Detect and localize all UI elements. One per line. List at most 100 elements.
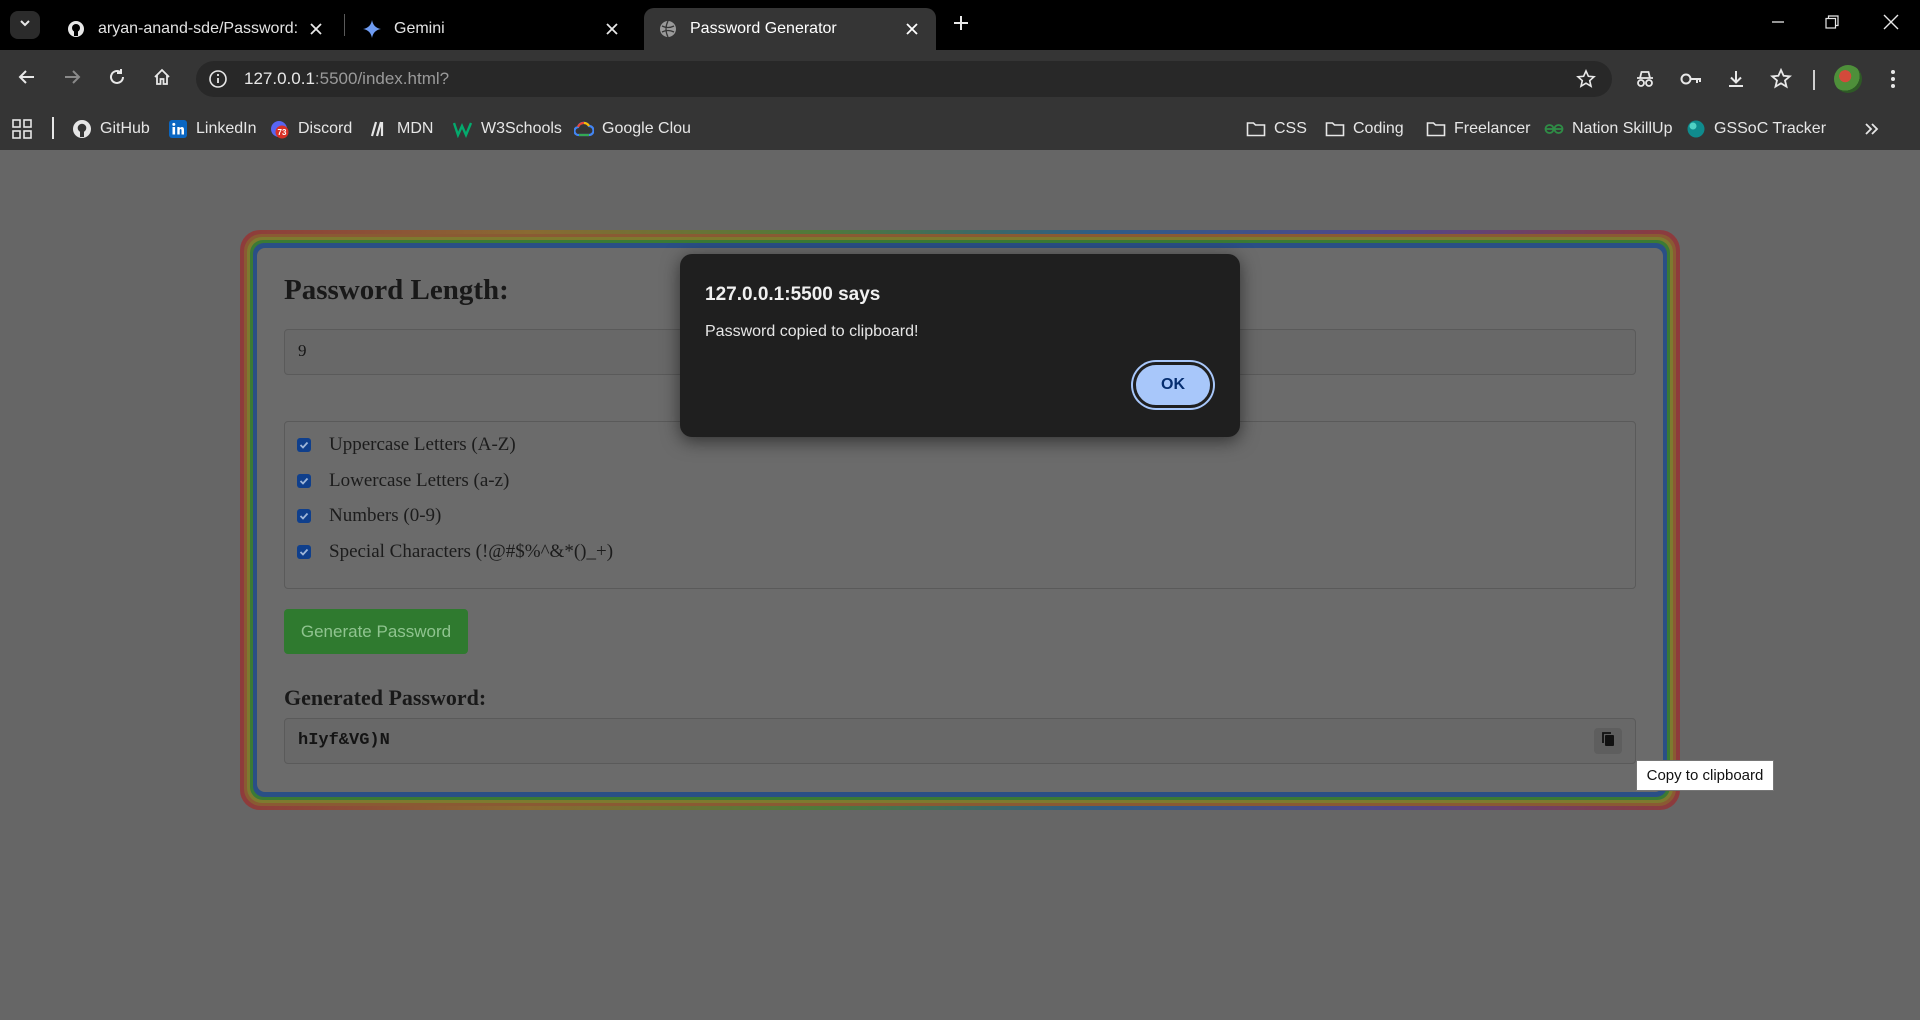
home-icon: [153, 68, 171, 91]
tab-separator: [344, 14, 345, 36]
bookmark-folder-coding[interactable]: Coding: [1325, 114, 1404, 144]
option-label: Numbers (0-9): [329, 505, 442, 526]
special-checkbox[interactable]: [297, 545, 311, 559]
url-host: 127.0.0.1: [244, 69, 315, 88]
tab-search-button[interactable]: [10, 11, 40, 39]
globe-icon: [1686, 119, 1706, 139]
page-viewport: Password Length: 9 Uppercase Letters (A-…: [0, 150, 1920, 1020]
bookmarks-separator: [52, 117, 54, 139]
profile-avatar[interactable]: [1834, 65, 1862, 93]
bookmark-label: GitHub: [100, 120, 150, 137]
close-icon[interactable]: [902, 19, 922, 39]
option-label: Special Characters (!@#$%^&*()_+): [329, 541, 614, 562]
incognito-icon[interactable]: [1631, 65, 1659, 93]
tab-strip: aryan-anand-sde/Password: Thi Gemini Pas…: [0, 0, 1920, 50]
linkedin-icon: [168, 119, 188, 139]
apps-button[interactable]: [12, 114, 40, 144]
option-special[interactable]: Special Characters (!@#$%^&*()_+): [297, 539, 613, 565]
bookmark-mdn[interactable]: MDN: [369, 114, 433, 144]
reload-button[interactable]: [103, 65, 131, 93]
forward-button[interactable]: [58, 65, 86, 93]
dialog-ok-button[interactable]: OK: [1133, 362, 1213, 408]
back-button[interactable]: [13, 65, 41, 93]
home-button[interactable]: [148, 65, 176, 93]
github-icon: [66, 19, 86, 39]
generated-password-field[interactable]: hIyf&VG)N: [284, 718, 1636, 764]
tab-github[interactable]: aryan-anand-sde/Password: Thi: [52, 8, 340, 50]
bookmark-label: Google Clou: [602, 120, 691, 137]
minimize-button[interactable]: [1752, 8, 1804, 40]
bookmark-label: Freelancer: [1454, 120, 1531, 137]
arrow-left-icon: [18, 68, 36, 91]
close-window-button[interactable]: [1865, 8, 1917, 40]
bookmark-label: Coding: [1353, 120, 1404, 137]
bookmark-discord[interactable]: 73 Discord: [270, 114, 352, 144]
tab-title: Gemini: [394, 20, 445, 37]
alert-dialog: 127.0.0.1:5500 says Password copied to c…: [680, 254, 1240, 437]
discord-badge: 73: [278, 128, 287, 137]
browser-toolbar: 127.0.0.1:5500/index.html?: [0, 50, 1920, 108]
toolbar-divider: [1813, 70, 1815, 90]
option-label: Lowercase Letters (a-z): [329, 470, 510, 491]
url-path: :5500/index.html?: [314, 69, 450, 88]
geeks-icon: [1544, 119, 1564, 139]
gemini-icon: [362, 19, 382, 39]
menu-kebab-icon[interactable]: [1879, 65, 1907, 93]
dialog-message: Password copied to clipboard!: [705, 323, 919, 340]
folder-icon: [1246, 119, 1266, 139]
generate-password-button[interactable]: Generate Password: [284, 609, 468, 654]
mdn-icon: [369, 119, 389, 139]
bookmark-label: GSSoC Tracker: [1714, 120, 1827, 137]
uppercase-checkbox[interactable]: [297, 438, 311, 452]
password-length-heading: Password Length:: [284, 274, 509, 306]
bookmark-github[interactable]: GitHub: [72, 114, 150, 144]
lowercase-checkbox[interactable]: [297, 474, 311, 488]
folder-icon: [1325, 119, 1345, 139]
close-icon[interactable]: [602, 19, 622, 39]
generated-password-text: hIyf&VG)N: [298, 731, 390, 750]
numbers-checkbox[interactable]: [297, 509, 311, 523]
arrow-right-icon: [63, 68, 81, 91]
close-icon[interactable]: [306, 19, 326, 39]
apps-grid-icon: [12, 119, 32, 139]
favorites-icon[interactable]: [1767, 65, 1795, 93]
bookmark-w3schools[interactable]: W3Schools: [453, 114, 562, 144]
restore-icon: [1825, 14, 1839, 34]
restore-button[interactable]: [1806, 8, 1858, 40]
bookmark-gssoc-tracker[interactable]: GSSoC Tracker: [1686, 114, 1826, 144]
options-fieldset: Uppercase Letters (A-Z) Lowercase Letter…: [284, 421, 1636, 589]
site-info-icon[interactable]: [206, 67, 230, 91]
option-label: Uppercase Letters (A-Z): [329, 434, 516, 455]
option-uppercase[interactable]: Uppercase Letters (A-Z): [297, 432, 516, 458]
copy-to-clipboard-button[interactable]: [1594, 728, 1622, 754]
bookmarks-overflow-button[interactable]: [1862, 114, 1890, 144]
bookmark-linkedin[interactable]: LinkedIn: [168, 114, 257, 144]
tab-password-generator[interactable]: Password Generator: [644, 8, 936, 50]
bookmark-folder-freelancer[interactable]: Freelancer: [1426, 114, 1530, 144]
bookmark-nation-skillup[interactable]: Nation SkillUp: [1544, 114, 1672, 144]
bookmark-folder-css[interactable]: CSS: [1246, 114, 1307, 144]
google-cloud-icon: [574, 119, 594, 139]
option-numbers[interactable]: Numbers (0-9): [297, 503, 441, 529]
download-icon[interactable]: [1722, 65, 1750, 93]
minimize-icon: [1771, 15, 1785, 34]
discord-icon: 73: [270, 119, 290, 139]
bookmark-google-cloud[interactable]: Google Clou: [574, 114, 691, 144]
bookmark-label: MDN: [397, 120, 434, 137]
bookmark-label: Nation SkillUp: [1572, 120, 1673, 137]
bookmark-label: LinkedIn: [196, 120, 257, 137]
copy-icon: [1600, 731, 1616, 752]
plus-icon: [953, 15, 969, 36]
github-icon: [72, 119, 92, 139]
bookmark-star-icon[interactable]: [1574, 67, 1598, 91]
tab-gemini[interactable]: Gemini: [348, 8, 636, 50]
option-lowercase[interactable]: Lowercase Letters (a-z): [297, 468, 509, 494]
address-bar[interactable]: 127.0.0.1:5500/index.html?: [196, 61, 1612, 97]
url-text: 127.0.0.1:5500/index.html?: [244, 69, 449, 89]
dialog-title: 127.0.0.1:5500 says: [705, 284, 881, 305]
bookmarks-bar: GitHub LinkedIn 73 Discord MDN W3Schools…: [0, 108, 1920, 151]
password-key-icon[interactable]: [1677, 65, 1705, 93]
new-tab-button[interactable]: [948, 12, 974, 38]
tab-title: aryan-anand-sde/Password: Thi: [98, 20, 298, 37]
chevron-down-icon: [18, 16, 32, 35]
